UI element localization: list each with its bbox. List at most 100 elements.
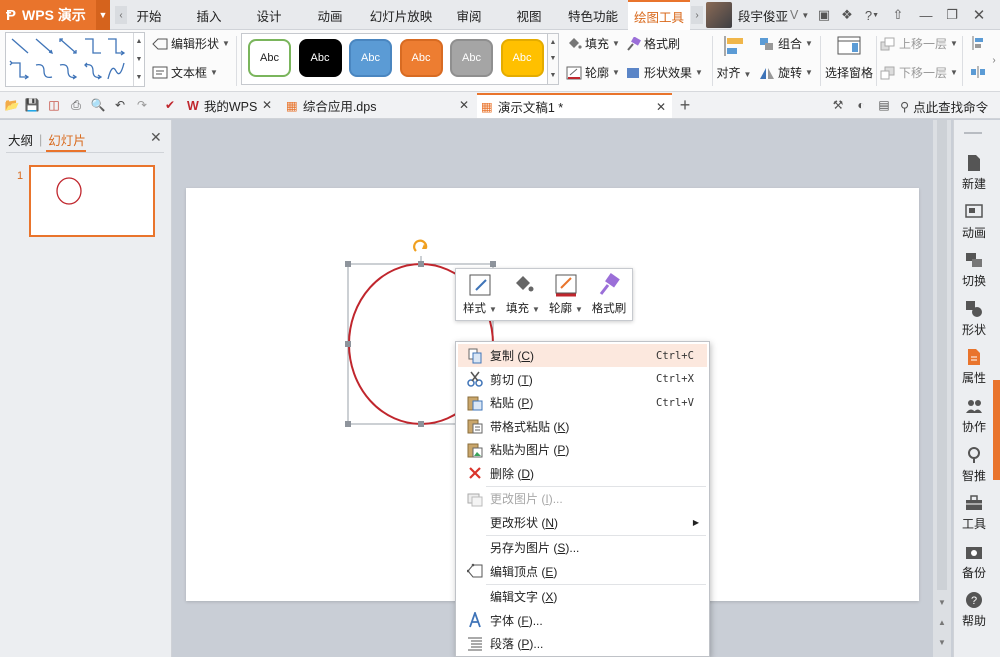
tool-2-icon[interactable]: ◐ — [853, 97, 869, 113]
tab-drawing-tools[interactable]: 绘图工具 — [628, 0, 690, 30]
scroll-next-page-icon[interactable]: ▼ — [933, 635, 951, 649]
menu-item[interactable]: 粘贴为图片 (P) — [458, 438, 707, 461]
fill-button[interactable]: 填充 ▼ — [566, 35, 620, 52]
distribute-horizontal-icon[interactable] — [969, 63, 987, 81]
task-panel-button[interactable]: 协作 — [954, 397, 994, 435]
close-icon[interactable]: ✕ — [970, 6, 988, 24]
restore-icon[interactable]: ❐ — [943, 6, 961, 24]
task-panel-collapse-handle[interactable] — [993, 380, 1000, 480]
task-panel-button[interactable]: 属性 — [954, 348, 994, 386]
task-panel-button[interactable]: 新建 — [954, 154, 994, 192]
menu-item[interactable]: 复制 (C) Ctrl+C — [458, 344, 707, 367]
open-folder-icon[interactable]: 📂 — [4, 97, 20, 113]
user-account[interactable]: 段宇俊亚 V ▼ — [706, 2, 809, 28]
undo-icon[interactable]: ↶ — [112, 97, 128, 113]
format-painter-button[interactable]: 格式刷 — [625, 35, 680, 52]
save-icon[interactable]: 💾 — [24, 97, 40, 113]
scroll-down-arrow-icon[interactable]: ▼ — [933, 595, 951, 609]
window-pin-icon[interactable]: ⇧ — [889, 6, 907, 24]
selection-pane-button[interactable]: 选择窗格 — [824, 34, 874, 81]
menu-item[interactable]: 编辑文字 (X) — [458, 585, 707, 608]
scroll-prev-page-icon[interactable]: ▲ — [933, 615, 951, 629]
command-search[interactable]: ⚲ 点此查找命令 — [900, 97, 988, 116]
tabs-scroll-right-button[interactable]: › — [691, 6, 703, 24]
menu-item[interactable]: 编辑顶点 (E) — [458, 560, 707, 583]
align-button[interactable]: 对齐 ▼ — [716, 34, 752, 81]
doc-tab-composite[interactable]: ▦ 综合应用.dps ✕ — [282, 93, 475, 118]
print-preview-icon[interactable]: 🔍 — [90, 97, 106, 113]
slide-thumbnail[interactable] — [29, 165, 155, 237]
menu-item[interactable]: 剪切 (T) Ctrl+X — [458, 368, 707, 391]
mini-style-button[interactable]: 样式 ▼ — [458, 273, 502, 316]
shapes-gallery[interactable]: ▲ ▼ ▼ — [5, 32, 145, 87]
menu-item[interactable]: 另存为图片 (S)... — [458, 536, 707, 559]
doc-tab-my-wps[interactable]: W 我的WPS ✕ — [183, 93, 278, 118]
chevron-down-icon[interactable]: ▼ — [96, 0, 110, 30]
tab-review[interactable]: 审阅 — [450, 0, 488, 30]
group-button[interactable]: 组合 ▼ — [759, 35, 813, 52]
shape-style-swatch[interactable]: Abc — [450, 39, 493, 77]
close-icon[interactable]: ✕ — [150, 129, 162, 146]
scrollbar-track[interactable] — [937, 120, 947, 590]
redo-icon[interactable]: ↷ — [134, 97, 150, 113]
menu-item[interactable]: 更改图片 (I)... — [458, 487, 707, 510]
menu-item[interactable]: 粘贴 (P) Ctrl+V — [458, 391, 707, 414]
tab-design[interactable]: 设计 — [250, 0, 288, 30]
shape-effect-button[interactable]: 形状效果 ▼ — [625, 64, 703, 81]
tab-slides[interactable]: 幻灯片 — [48, 130, 86, 149]
bring-forward-button[interactable]: 上移一层 ▼ — [880, 35, 958, 52]
print-icon[interactable]: ⎙ — [68, 97, 84, 113]
doc-tab-presentation1[interactable]: ▦ 演示文稿1 * ✕ — [477, 93, 672, 118]
send-backward-button[interactable]: 下移一层 ▼ — [880, 64, 958, 81]
task-panel-button[interactable]: 备份 — [954, 543, 994, 581]
styles-gallery-scroll[interactable]: ▲ ▼ ▼ — [548, 33, 559, 85]
tool-1-icon[interactable]: ⚒ — [830, 97, 846, 113]
shape-style-swatch[interactable]: Abc — [298, 39, 342, 77]
mini-format-painter-button[interactable]: 格式刷 — [587, 273, 631, 316]
gallery-scroll[interactable]: ▲ ▼ ▼ — [133, 33, 144, 86]
rotate-handle-icon[interactable] — [413, 239, 428, 252]
calendar-icon[interactable]: ▣ — [815, 6, 833, 24]
menu-item[interactable]: 更改形状 (N) ▶ — [458, 511, 707, 534]
task-panel-button[interactable]: 切换 — [954, 251, 994, 289]
shape-styles-gallery[interactable]: Abc Abc Abc Abc Abc Abc — [241, 33, 548, 85]
tab-special-features[interactable]: 特色功能 — [563, 0, 623, 30]
app-menu-button[interactable]: Ᵽ WPS 演示 ▼ — [0, 0, 110, 30]
customize-toolbar-icon[interactable]: ✔ — [162, 97, 178, 113]
minimize-icon[interactable]: — — [917, 6, 935, 24]
close-tab-icon[interactable]: ✕ — [656, 100, 666, 114]
tab-insert[interactable]: 插入 — [190, 0, 228, 30]
help-menu-icon[interactable]: ? ▼ — [862, 6, 882, 24]
mini-fill-button[interactable]: 填充 ▼ — [501, 273, 545, 316]
task-panel-button[interactable]: 工具 — [954, 494, 994, 532]
tabs-scroll-left-button[interactable]: ‹ — [115, 6, 127, 24]
edit-shape-button[interactable]: 编辑形状 ▼ — [152, 35, 230, 52]
task-panel-button[interactable]: 形状 — [954, 300, 994, 338]
rotate-button[interactable]: 旋转 ▼ — [759, 64, 813, 81]
menu-item[interactable]: 带格式粘贴 (K) — [458, 415, 707, 438]
vertical-scrollbar[interactable]: ▼ ▲ ▼ — [933, 120, 951, 657]
ribbon-scroll-right-button[interactable]: › — [988, 50, 1000, 70]
export-pdf-icon[interactable]: ◫ — [46, 97, 62, 113]
shape-style-swatch[interactable]: Abc — [500, 39, 544, 77]
tool-3-icon[interactable]: ▤ — [876, 97, 892, 113]
tab-outline[interactable]: 大纲 — [8, 130, 33, 149]
shape-style-swatch[interactable]: Abc — [349, 39, 392, 77]
textbox-button[interactable]: 文本框 ▼ — [152, 64, 218, 81]
tab-slideshow[interactable]: 幻灯片放映 — [365, 0, 437, 30]
align-distribute-icon[interactable] — [969, 34, 987, 52]
menu-item[interactable]: 删除 (D) — [458, 462, 707, 485]
menu-item[interactable]: 段落 (P)... — [458, 632, 707, 655]
shape-style-swatch[interactable]: Abc — [248, 39, 291, 77]
menu-item[interactable]: 字体 (F)... — [458, 609, 707, 632]
close-tab-icon[interactable]: ✕ — [262, 98, 272, 112]
task-panel-button[interactable]: 智推 — [954, 446, 994, 484]
task-panel-button[interactable]: ? 帮助 — [954, 591, 994, 629]
task-panel-button[interactable]: 动画 — [954, 203, 994, 241]
shape-style-swatch[interactable]: Abc — [399, 39, 443, 77]
tab-home[interactable]: 开始 — [130, 0, 168, 30]
skin-shirt-icon[interactable]: ❖ — [838, 6, 856, 24]
tab-view[interactable]: 视图 — [510, 0, 548, 30]
tab-animation[interactable]: 动画 — [311, 0, 349, 30]
mini-outline-button[interactable]: 轮廓 ▼ — [544, 273, 588, 316]
